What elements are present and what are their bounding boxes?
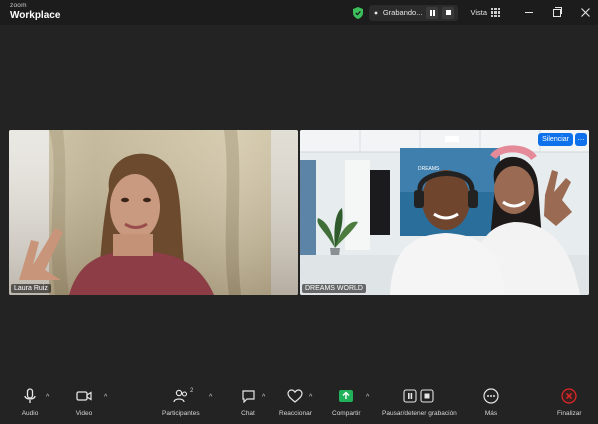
- meeting-toolbar: Audio ^ Video ^ Participantes 2 ^ Chat ^…: [0, 386, 598, 424]
- share-label: Compartir: [332, 410, 361, 417]
- recording-label: Grabando...: [382, 8, 423, 17]
- title-bar: zoom Workplace Grabando... Vista: [0, 0, 598, 25]
- mute-participant-button[interactable]: Silenciar: [538, 133, 573, 146]
- audio-options-chevron-icon[interactable]: ^: [46, 394, 49, 401]
- participants-button[interactable]: Participantes: [162, 386, 200, 417]
- record-icon: [372, 9, 379, 16]
- react-label: Reaccionar: [279, 410, 312, 417]
- view-button[interactable]: Vista: [470, 8, 500, 17]
- end-label: Finalizar: [557, 410, 582, 417]
- participants-options-chevron-icon[interactable]: ^: [209, 394, 212, 401]
- participant-video: [9, 130, 298, 295]
- share-options-chevron-icon[interactable]: ^: [366, 394, 369, 401]
- restore-icon: [553, 6, 562, 17]
- brand-name: Workplace: [10, 9, 61, 21]
- participant-name-tag: Laura Ruiz: [11, 284, 51, 293]
- react-options-chevron-icon[interactable]: ^: [309, 394, 312, 401]
- video-label: Video: [75, 410, 93, 417]
- camera-icon: [76, 391, 92, 401]
- participant-video: DREAMS: [300, 130, 589, 295]
- chat-label: Chat: [241, 410, 255, 417]
- stop-recording-button[interactable]: [442, 6, 455, 19]
- brand-small: zoom: [10, 2, 27, 9]
- pause-stop-recording-button[interactable]: Pausar/detener grabación: [382, 386, 457, 417]
- participants-icon: [173, 389, 187, 403]
- pause-stop-recording-label: Pausar/detener grabación: [382, 410, 457, 417]
- more-label: Más: [484, 410, 498, 417]
- microphone-icon: [24, 388, 36, 403]
- more-button[interactable]: Más: [479, 386, 503, 417]
- view-label: Vista: [470, 8, 487, 17]
- video-button[interactable]: Video: [72, 386, 96, 417]
- svg-text:DREAMS: DREAMS: [418, 166, 440, 172]
- chat-options-chevron-icon[interactable]: ^: [262, 394, 265, 401]
- minimize-icon: [525, 12, 533, 13]
- close-button[interactable]: [580, 8, 590, 18]
- participants-count: 2: [190, 388, 194, 394]
- minimize-button[interactable]: [524, 8, 534, 18]
- shield-icon[interactable]: [352, 6, 363, 19]
- video-options-chevron-icon[interactable]: ^: [104, 394, 107, 401]
- end-meeting-button[interactable]: Finalizar: [557, 386, 582, 417]
- heart-icon: [287, 389, 304, 403]
- grid-icon: [491, 8, 500, 17]
- participants-label: Participantes: [162, 410, 200, 417]
- pause-recording-button[interactable]: [426, 6, 439, 19]
- stop-icon: [445, 10, 451, 15]
- more-options-button[interactable]: ...: [575, 133, 587, 146]
- video-tile-dreams-world[interactable]: DREAMS Silenciar ... DREAMS WORLD: [300, 130, 589, 295]
- recording-indicator: Grabando...: [368, 4, 459, 21]
- audio-label: Audio: [21, 410, 39, 417]
- close-icon: [580, 8, 590, 17]
- restore-button[interactable]: [552, 6, 562, 18]
- video-tile-laura[interactable]: Laura Ruiz: [9, 130, 298, 295]
- participant-name-tag: DREAMS WORLD: [302, 284, 366, 293]
- audio-button[interactable]: Audio: [18, 386, 42, 417]
- end-call-icon: [561, 388, 577, 404]
- chat-icon: [241, 390, 255, 403]
- more-icon: [483, 388, 499, 404]
- share-button[interactable]: Compartir: [332, 386, 361, 417]
- react-button[interactable]: Reaccionar: [279, 386, 312, 417]
- pause-icon: [429, 9, 435, 16]
- share-screen-icon: [339, 390, 354, 402]
- app-logo: zoom Workplace: [10, 2, 61, 21]
- chat-button[interactable]: Chat: [236, 386, 260, 417]
- recording-controls-icon: [403, 389, 434, 403]
